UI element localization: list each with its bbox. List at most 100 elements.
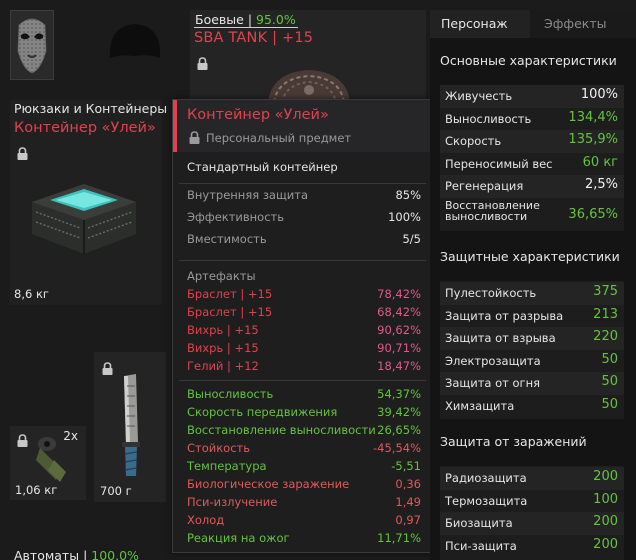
effect-row-value: -45,54%	[373, 441, 421, 455]
artifact-row-label: Вихрь | +15	[187, 341, 259, 355]
effect-row: Пси-излучение 1,49	[187, 495, 421, 512]
effect-row-value: 0,36	[395, 477, 421, 491]
main-stat-row-label: Скорость	[445, 134, 502, 148]
effect-row-label: Реакция на ожог	[187, 531, 290, 545]
protection-stat-row-value: 213	[593, 306, 618, 322]
artifact-row-value: 90,71%	[377, 341, 421, 355]
main-stat-row: Восстановление выносливости 36,65%	[440, 198, 624, 228]
effect-row-value: 26,65%	[377, 423, 421, 437]
property-row: Эффективность 100%	[187, 210, 421, 227]
knife-icon	[122, 374, 140, 476]
protection-stats-title: Защитные характеристики	[440, 249, 620, 264]
property-row-value: 5/5	[402, 232, 421, 246]
armor-category-label: Боевые	[195, 12, 244, 27]
artifact-row-label: Браслет | +15	[187, 305, 273, 319]
effect-row: Реакция на ожог 11,71%	[187, 531, 421, 548]
tooltip-subtitle: Персональный предмет	[206, 131, 352, 145]
helmet-slot[interactable]	[104, 12, 166, 80]
protection-stat-row: Пулестойкость 375	[440, 282, 624, 305]
tab-effects[interactable]: Эффекты	[530, 10, 636, 38]
effect-row-value: -5,51	[391, 459, 421, 473]
contamination-stat-row-label: Пси-защита	[445, 538, 517, 553]
main-stat-row-value: 134,4%	[568, 109, 618, 125]
knife-slot[interactable]: 700 г	[94, 352, 166, 502]
artifact-row-value: 90,62%	[377, 323, 421, 337]
protection-stat-row: Защита от огня 50	[440, 372, 624, 395]
artifact-row-label: Браслет | +15	[187, 287, 273, 301]
effect-row: Биологическое заражение 0,36	[187, 477, 421, 494]
divider	[179, 183, 426, 184]
armor-name: SBA TANK | +15	[194, 30, 314, 46]
lock-icon	[197, 57, 208, 70]
effect-row-value: 1,49	[395, 495, 421, 509]
grenade-icon	[36, 437, 66, 482]
effect-row: Холод 0,97	[187, 513, 421, 530]
contamination-stat-row-value: 200	[593, 469, 618, 484]
tooltip-title: Контейнер «Улей»	[187, 107, 329, 123]
container-icon	[32, 184, 136, 254]
tab-character-label: Персонаж	[441, 16, 508, 31]
main-stat-row: Переносимый вес 60 кг	[440, 153, 624, 176]
artifact-row-label: Вихрь | +15	[187, 323, 259, 337]
protection-stat-row-value: 50	[601, 374, 618, 389]
artifact-row: Вихрь | +15 90,62%	[187, 323, 421, 340]
artifact-row-value: 18,47%	[377, 359, 421, 373]
armor-category-separator: |	[243, 12, 257, 27]
armor-category-underline	[194, 27, 298, 28]
contamination-stat-row-value: 200	[593, 514, 618, 529]
protection-stat-row-value: 50	[601, 396, 618, 412]
property-row-value: 100%	[388, 210, 421, 224]
contamination-stat-row: Радиозащита 200	[440, 467, 624, 490]
protection-stat-row-label: Электрозащита	[445, 353, 541, 368]
weapon-category-separator: |	[79, 548, 92, 560]
effect-row-value: 0,97	[395, 513, 421, 527]
artifacts-title: Артефакты	[187, 269, 256, 283]
effect-row-label: Температура	[187, 459, 267, 473]
item-tooltip: Контейнер «Улей» Персональный предмет Ст…	[172, 99, 431, 553]
effect-row-label: Стойкость	[187, 441, 251, 455]
main-stat-row-value: 36,65%	[568, 206, 618, 222]
divider	[179, 260, 426, 261]
property-row-label: Эффективность	[187, 210, 285, 224]
protection-stat-row-label: Пулестойкость	[445, 286, 537, 300]
main-stat-row-label: Регенерация	[445, 179, 524, 193]
stats-panel: Персонаж Эффекты Основные характеристики…	[430, 10, 636, 560]
property-row-value: 85%	[395, 188, 421, 202]
grenade-weight: 1,06 кг	[15, 483, 58, 497]
main-stat-row-label: Переносимый вес	[445, 156, 553, 171]
contamination-stat-row-label: Биозащита	[445, 516, 513, 530]
tooltip-accent-bar	[173, 100, 177, 152]
property-row-label: Внутренняя защита	[187, 188, 309, 202]
contamination-stat-row-value: 100	[593, 491, 618, 507]
mask-slot[interactable]	[10, 10, 54, 80]
effect-row-label: Восстановление выносливости	[187, 423, 376, 437]
artifact-row-label: Гелий | +12	[187, 359, 259, 373]
main-stat-row-value: 2,5%	[584, 177, 618, 192]
main-stat-row-label: Живучесть	[445, 89, 513, 103]
protection-stat-row-label: Защита от взрыва	[445, 331, 556, 345]
divider	[179, 380, 426, 381]
weapon-category-label: Автоматы	[14, 548, 80, 560]
mask-icon	[17, 18, 47, 74]
effect-row-label: Биологическое заражение	[187, 477, 350, 491]
backpack-slot[interactable]: Рюкзаки и Контейнеры Контейнер «Улей» 8,…	[10, 100, 167, 305]
grenade-slot[interactable]: 2x 1,06 кг	[10, 426, 86, 500]
armor-slot[interactable]: Боевые | 95.0% SBA TANK | +15	[190, 10, 426, 102]
weapon-category: Автоматы | 100.0%	[14, 548, 139, 560]
artifact-row-value: 78,42%	[377, 287, 421, 301]
tab-character[interactable]: Персонаж	[430, 10, 530, 38]
backpack-weight: 8,6 кг	[14, 287, 49, 301]
protection-stat-row: Защита от разрыва 213	[440, 305, 624, 328]
protection-stat-row-label: Защита от огня	[445, 376, 541, 390]
effect-row-value: 11,71%	[377, 531, 421, 545]
artifact-row: Вихрь | +15 90,71%	[187, 341, 421, 358]
effect-row-value: 39,42%	[377, 405, 421, 419]
backpack-category: Рюкзаки и Контейнеры	[14, 101, 168, 116]
main-stats-title: Основные характеристики	[440, 53, 617, 68]
contamination-stats-box: Радиозащита 200 Термозащита 100 Биозащита 200…	[440, 466, 624, 560]
helmet-icon	[109, 24, 161, 58]
effect-row: Температура -5,51	[187, 459, 421, 476]
contamination-stat-row-value: 200	[593, 536, 618, 552]
property-row-label: Вместимость	[187, 232, 267, 246]
main-stat-row-value: 100%	[580, 87, 618, 102]
